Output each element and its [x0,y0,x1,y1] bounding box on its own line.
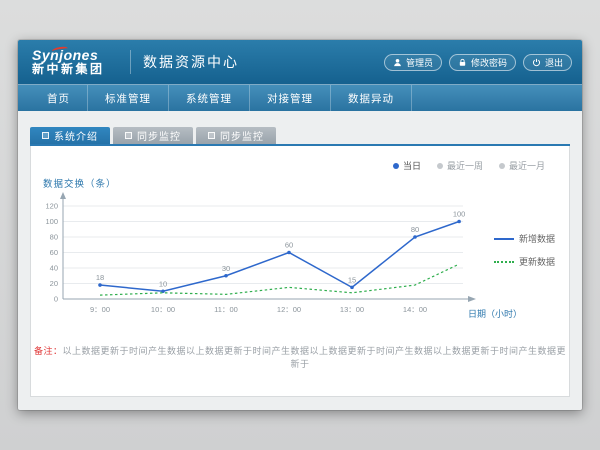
period-filter-group: 当日 最近一周 最近一月 [393,159,545,172]
nav-home[interactable]: 首页 [30,85,88,111]
period-last-week[interactable]: 最近一周 [437,159,483,172]
app-window: Synjones 新中新集团 数据资源中心 管理员 修改密码 [18,40,582,410]
data-point [350,286,354,290]
data-point-label: 15 [348,275,356,284]
period-label: 最近一月 [509,159,545,172]
y-tick-label: 60 [50,248,58,257]
page-title: 数据资源中心 [143,52,239,72]
header-actions: 管理员 修改密码 退出 [384,54,572,71]
tab-bar: 系统介绍 同步监控 同步监控 [30,127,276,144]
x-tick-label: 12：00 [277,305,301,314]
tab-sync-monitor-1[interactable]: 同步监控 [113,127,193,144]
tab-sync-monitor-2[interactable]: 同步监控 [196,127,276,144]
legend-series-update-data: 更新数据 [494,255,555,268]
period-dot-icon [393,163,399,169]
data-point [413,235,417,239]
x-tick-label: 9：00 [90,305,110,314]
x-tick-label: 11：00 [214,305,238,314]
data-point-label: 30 [222,264,230,273]
logo-text-en: Synjones [32,48,126,63]
data-point-label: 100 [453,210,466,219]
period-label: 最近一周 [447,159,483,172]
data-point [287,251,291,255]
data-point-label: 60 [285,241,293,250]
period-dot-icon [437,163,443,169]
legend-series-label: 新增数据 [519,232,555,245]
data-point-label: 10 [159,279,167,288]
y-tick-label: 40 [50,264,58,273]
data-point [98,283,102,287]
x-tick-label: 14：00 [403,305,427,314]
admin-user-button[interactable]: 管理员 [384,54,442,71]
lock-icon [458,58,467,67]
y-tick-label: 20 [50,279,58,288]
period-label: 当日 [403,159,421,172]
line-chart: 0 20 40 60 80 100 120 9：00 10：00 11：00 12：00 13：00 1… [33,186,503,338]
change-password-label: 修改密码 [471,56,507,69]
legend-series-new-data: 新增数据 [494,232,555,245]
y-tick-label: 80 [50,233,58,242]
x-axis-arrow-icon [468,296,476,302]
footnote: 备注：以上数据更新于时间产生数据以上数据更新于时间产生数据以上数据更新于时间产生… [31,344,569,370]
series-line-new-data [100,222,459,292]
logo-text-cn: 新中新集团 [32,63,126,76]
tab-label: 系统介绍 [54,128,98,143]
tab-icon [208,132,215,139]
legend-series-label: 更新数据 [519,255,555,268]
period-last-month[interactable]: 最近一月 [499,159,545,172]
nav-standard-mgmt[interactable]: 标准管理 [88,85,169,111]
tab-label: 同步监控 [137,128,181,143]
desktop-background: Synjones 新中新集团 数据资源中心 管理员 修改密码 [0,0,600,450]
header-divider [130,50,131,74]
nav-integration-mgmt[interactable]: 对接管理 [250,85,331,111]
series-legend: 新增数据更新数据 [494,232,555,268]
logo: Synjones 新中新集团 [28,48,126,77]
nav-data-change[interactable]: 数据异动 [331,85,412,111]
tab-icon [125,132,132,139]
y-axis-arrow-icon [60,192,66,199]
data-point [457,220,461,224]
x-tick-label: 10：00 [151,305,175,314]
power-icon [532,58,541,67]
y-tick-label: 120 [45,202,58,211]
tab-icon [42,132,49,139]
data-point [224,274,228,278]
app-header: Synjones 新中新集团 数据资源中心 管理员 修改密码 [18,40,582,84]
content-area: 系统介绍同步监控同步监控 当日最近一周最近一月 数据交换（条） 02040608… [18,111,582,410]
legend-line-sample-icon [494,261,514,263]
logout-button[interactable]: 退出 [523,54,572,71]
data-point-label: 18 [96,273,104,282]
logout-label: 退出 [545,56,563,69]
change-password-button[interactable]: 修改密码 [449,54,516,71]
period-dot-icon [499,163,505,169]
period-today[interactable]: 当日 [393,159,421,172]
chart-area: 0 20 40 60 80 100 120 9：00 10：00 11：00 12：00 13：00 1… [33,186,503,338]
footnote-text: 以上数据更新于时间产生数据以上数据更新于时间产生数据以上数据更新于时间产生数据以… [63,346,567,369]
x-tick-label: 13：00 [340,305,364,314]
data-point-label: 80 [411,225,419,234]
chart-panel: 当日最近一周最近一月 数据交换（条） 0204060801001209：0010… [30,146,570,397]
nav-system-mgmt[interactable]: 系统管理 [169,85,250,111]
x-axis-title: 日期（小时） [468,307,522,320]
tab-system-intro[interactable]: 系统介绍 [30,127,110,144]
main-nav: 首页标准管理系统管理对接管理数据异动 [18,84,582,111]
admin-user-label: 管理员 [406,56,433,69]
y-tick-label: 100 [45,217,58,226]
footnote-label: 备注： [34,346,63,356]
y-tick-label: 0 [54,295,58,304]
user-icon [393,58,402,67]
legend-line-sample-icon [494,238,514,240]
tab-label: 同步监控 [220,128,264,143]
